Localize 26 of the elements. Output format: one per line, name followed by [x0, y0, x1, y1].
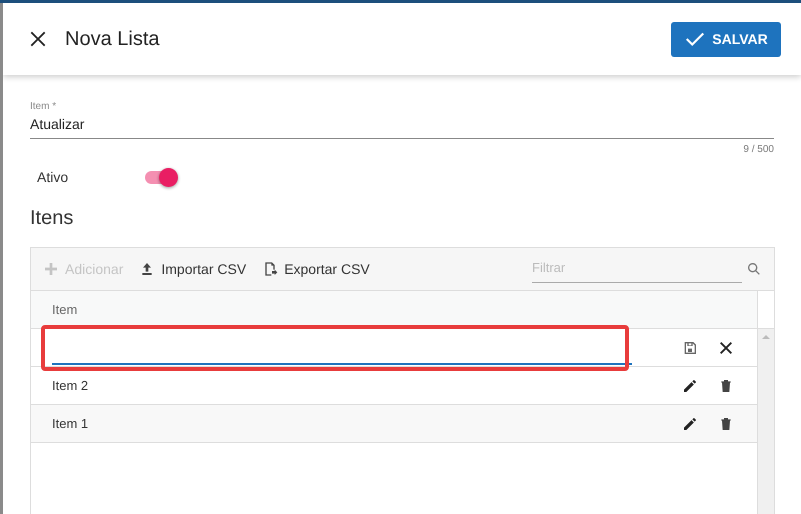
table-row[interactable]: Item 1 — [31, 405, 757, 443]
save-icon[interactable] — [682, 340, 698, 356]
edit-icon[interactable] — [682, 416, 698, 432]
item-field[interactable]: Atualizar — [30, 112, 774, 139]
toolbar-button[interactable]: Importar CSV — [139, 261, 246, 277]
toggle-label: Ativo — [37, 169, 70, 185]
field-label: Item * — [30, 101, 58, 112]
plus-icon — [43, 261, 59, 277]
table-cell-text: Item 1 — [52, 416, 90, 431]
cancel-icon[interactable] — [718, 340, 734, 356]
pencil-icon — [682, 416, 698, 432]
column-header: Item — [31, 291, 757, 329]
toolbar-button[interactable]: Exportar CSV — [262, 261, 370, 277]
pencil-icon — [682, 378, 698, 394]
dialog-title: Nova Lista — [65, 28, 160, 50]
character-counter: 9 / 500 — [743, 144, 774, 155]
close-icon — [718, 340, 734, 356]
active-toggle[interactable] — [145, 170, 175, 184]
scrollbar[interactable] — [757, 291, 774, 514]
floppy-icon — [682, 340, 698, 356]
section-title: Itens — [30, 207, 74, 230]
search-icon — [746, 261, 762, 277]
table-cell-text: Item 2 — [52, 378, 90, 393]
filter-field[interactable]: Filtrar — [532, 256, 742, 282]
edit-icon[interactable] — [682, 378, 698, 394]
save-button[interactable]: SALVAR — [671, 22, 781, 56]
